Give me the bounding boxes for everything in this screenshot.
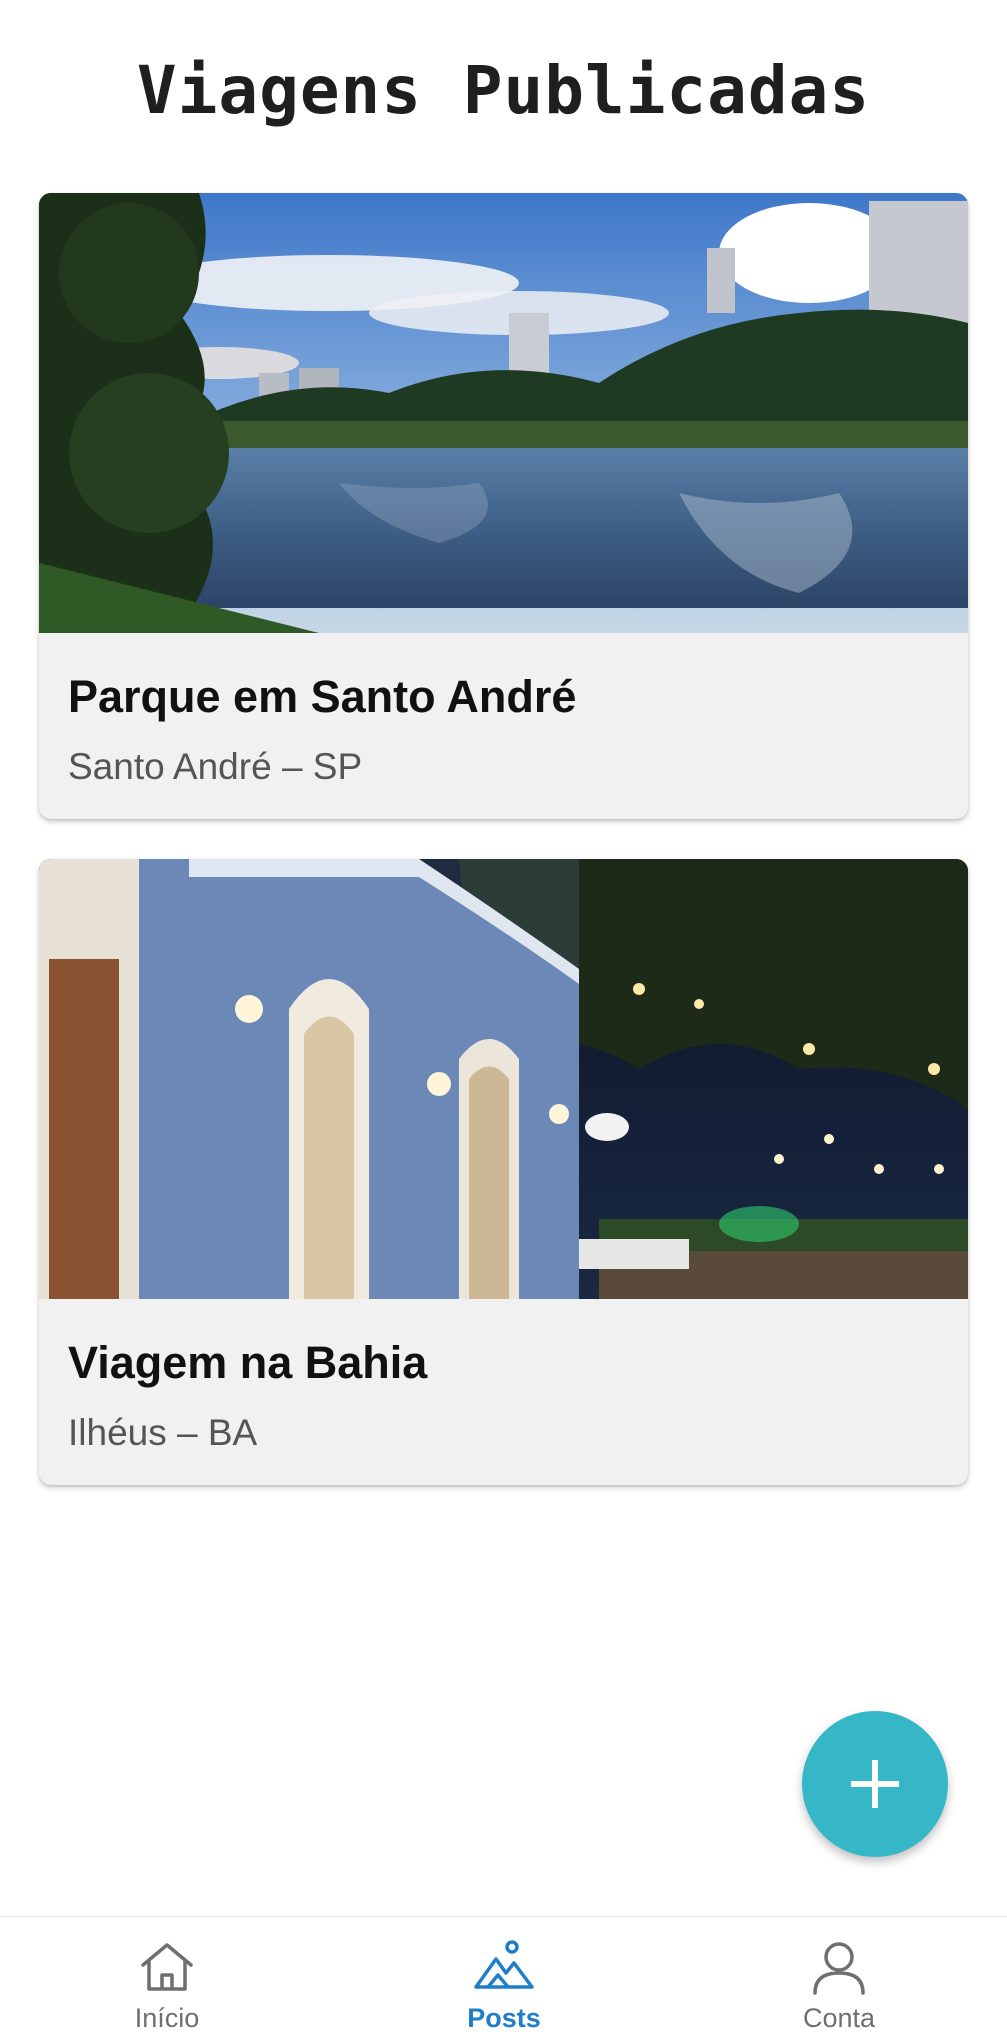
plus-icon (851, 1760, 899, 1808)
mountains-icon (474, 1940, 534, 1989)
post-title: Parque em Santo André (68, 671, 577, 722)
post-title: Viagem na Bahia (68, 1337, 428, 1388)
nav-label-conta: Conta (802, 2003, 876, 2033)
add-post-button[interactable] (802, 1711, 948, 1857)
post-image-colonial-house (39, 859, 968, 1299)
post-card-santo-andre[interactable]: Parque em Santo André Santo André – SP (39, 193, 968, 819)
nav-label-inicio: Início (134, 2003, 200, 2033)
nav-label-posts: Posts (467, 2003, 541, 2033)
post-image-lake-park (39, 193, 968, 633)
page-title: Viagens Publicadas (136, 52, 871, 129)
bottom-navigation: Início Posts Conta (0, 1916, 1007, 2037)
nav-item-conta[interactable]: Conta (739, 1917, 939, 2037)
nav-item-inicio[interactable]: Início (67, 1917, 267, 2037)
home-icon (141, 1943, 193, 1991)
app-screen: Viagens Publicadas Parque em Santo André… (0, 0, 1007, 2037)
post-location: Ilhéus – BA (68, 1412, 258, 1453)
nav-item-posts[interactable]: Posts (404, 1917, 604, 2037)
post-location: Santo André – SP (68, 746, 363, 787)
post-card-bahia[interactable]: Viagem na Bahia Ilhéus – BA (39, 859, 968, 1485)
user-icon (813, 1942, 865, 1995)
